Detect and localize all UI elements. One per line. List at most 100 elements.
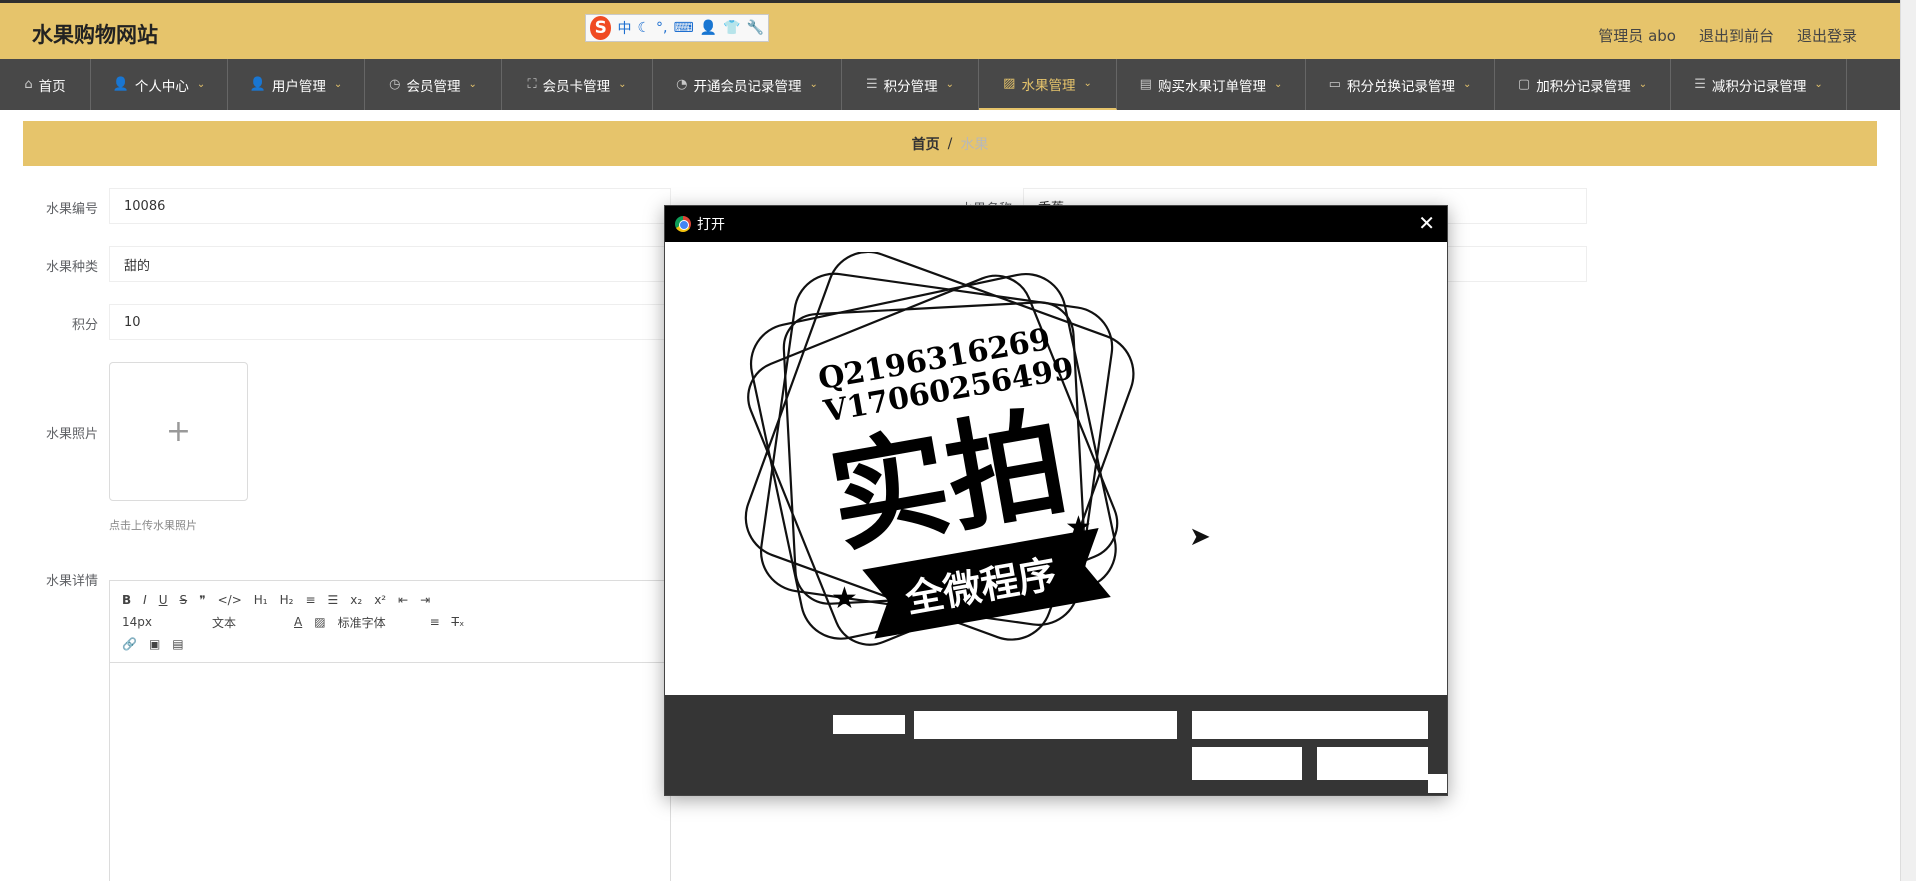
editor-toolbar: B I U S ❞ </> H₁ H₂ ≡ ☰ x₂ x² ⇤ ⇥ 14px 文… [110,581,670,663]
subscript-icon[interactable]: x₂ [350,593,362,607]
breadcrumb-current: 水果 [960,136,989,153]
ime-skin-icon[interactable]: 👕 [723,20,740,36]
open-dialog: 打开 ✕ Q2196316269 V17060256499 实拍 全微程序 ★ … [664,205,1448,796]
ime-moon-icon[interactable]: ☾ [637,20,650,36]
open-button[interactable] [1192,747,1302,780]
header-actions: 管理员 abo 退出到前台 退出登录 [1598,25,1857,46]
font-size-select[interactable]: 14px [122,615,200,629]
video-icon[interactable]: ▤ [172,637,183,651]
dialog-title-bar[interactable]: 打开 ✕ [665,206,1447,242]
points-input[interactable]: 10 [109,304,671,340]
font-family-select[interactable]: 标准字体 [338,614,418,631]
list-icon: ☰ [1694,77,1706,92]
nav-label: 水果管理 [1021,77,1076,94]
nav-item-points[interactable]: ☰ 积分管理 ⌄ [842,59,979,110]
nav-item-exchange-records[interactable]: ▭ 积分兑换记录管理 ⌄ [1306,59,1495,110]
nav-item-users[interactable]: 👤 用户管理 ⌄ [228,59,365,110]
outdent-icon[interactable]: ⇤ [398,593,408,607]
ime-tool-icon[interactable]: 🔧 [747,20,764,36]
breadcrumb-separator: / [947,135,953,152]
person-icon: 👤 [112,77,129,92]
bag-icon: ▤ [1139,77,1152,92]
cancel-button[interactable] [1317,747,1428,780]
chart-icon: ▨ [1003,76,1016,91]
nav-item-fruits[interactable]: ▨ 水果管理 ⌄ [979,59,1117,110]
footer-label-box [833,715,905,734]
exit-to-front-link[interactable]: 退出到前台 [1699,25,1774,46]
frame-icon: ⛶ [527,77,537,92]
italic-icon[interactable]: I [143,593,147,607]
chevron-down-icon: ⌄ [1638,79,1648,90]
nav-item-add-points[interactable]: ▢ 加积分记录管理 ⌄ [1495,59,1671,110]
dialog-body: Q2196316269 V17060256499 实拍 全微程序 ★ ★ ➤ [665,242,1447,695]
indent-icon[interactable]: ⇥ [420,593,430,607]
background-color-icon[interactable]: ▨ [314,615,325,629]
bullet-list-icon[interactable]: ☰ [328,593,339,607]
ime-toolbar[interactable]: S 中 ☾ °, ⌨ 👤 👕 🔧 [585,14,769,42]
detail-label: 水果详情 [45,574,98,589]
link-icon[interactable]: 🔗 [122,637,137,651]
page-scrollbar[interactable] [1900,0,1916,881]
rich-text-editor: B I U S ❞ </> H₁ H₂ ≡ ☰ x₂ x² ⇤ ⇥ 14px 文… [109,580,671,881]
nav-label: 开通会员记录管理 [693,78,802,95]
nav-item-members[interactable]: ◷ 会员管理 ⌄ [365,59,502,110]
nav-item-orders[interactable]: ▤ 购买水果订单管理 ⌄ [1117,59,1306,110]
nav-label: 用户管理 [271,78,326,95]
image-icon: ▭ [1328,77,1341,92]
strike-icon[interactable]: S [180,593,188,607]
type-label: 水果种类 [45,260,98,275]
align-icon[interactable]: ≡ [430,615,440,629]
sogou-logo-icon[interactable]: S [590,16,612,40]
ime-keyboard-icon[interactable]: ⌨ [673,20,693,36]
nav-label: 会员卡管理 [542,78,611,95]
top-header: 水果购物网站 S 中 ☾ °, ⌨ 👤 👕 🔧 管理员 abo 退出到前台 退出… [0,0,1900,59]
list-icon: ☰ [865,77,878,92]
dialog-footer [665,695,1447,795]
nav-label: 首页 [38,78,66,95]
code-input[interactable]: 10086 [109,188,671,224]
h2-icon[interactable]: H₂ [280,593,294,607]
underline-icon[interactable]: U [159,593,168,607]
ime-chinese-mode[interactable]: 中 [617,18,631,38]
code-label: 水果编号 [45,202,98,217]
nav-label: 积分兑换记录管理 [1346,78,1455,95]
font-color-icon[interactable]: A [294,615,302,629]
filetype-select[interactable] [1192,711,1428,739]
photo-upload-tip: 点击上传水果照片 [109,519,197,532]
clear-format-icon[interactable]: T̶ₓ [452,615,465,629]
close-icon[interactable]: ✕ [1418,211,1435,235]
ime-user-icon[interactable]: 👤 [700,20,717,36]
nav-item-home[interactable]: ⌂ 首页 [0,59,91,110]
breadcrumb-home[interactable]: 首页 [912,134,940,154]
home-icon: ⌂ [24,77,33,92]
nav-label: 会员管理 [406,78,461,95]
quote-icon[interactable]: ❞ [199,593,205,607]
type-input[interactable]: 甜的 [109,246,671,282]
block-format-select[interactable]: 文本 [212,614,282,631]
resize-grip[interactable] [1428,774,1447,793]
site-title: 水果购物网站 [32,23,158,47]
filename-input[interactable] [914,711,1177,739]
bold-icon[interactable]: B [122,593,131,607]
image-icon[interactable]: ▣ [149,637,160,651]
logout-link[interactable]: 退出登录 [1797,25,1857,46]
nav-item-member-cards[interactable]: ⛶ 会员卡管理 ⌄ [502,59,653,110]
nav-item-membership-records[interactable]: ◔ 开通会员记录管理 ⌄ [653,59,842,110]
chevron-down-icon: ⌄ [468,79,477,90]
nav-label: 加积分记录管理 [1536,78,1631,95]
ordered-list-icon[interactable]: ≡ [305,593,315,607]
photo-label: 水果照片 [45,427,98,442]
h1-icon[interactable]: H₁ [254,593,268,607]
stamp-watermark: Q2196316269 V17060256499 实拍 全微程序 ★ ★ [744,252,1135,646]
star-icon: ★ [1065,510,1092,545]
superscript-icon[interactable]: x² [374,593,386,607]
photo-upload[interactable]: + [109,362,248,501]
mouse-cursor-icon: ➤ [1189,522,1211,552]
nav-item-reduce-points[interactable]: ☰ 减积分记录管理 ⌄ [1671,59,1847,110]
ime-punct-icon[interactable]: °, [656,20,667,36]
code-icon[interactable]: </> [218,593,242,607]
chevron-down-icon: ⌄ [945,79,955,90]
chevron-down-icon: ⌄ [333,79,343,90]
nav-item-personal[interactable]: 👤 个人中心 ⌄ [91,59,228,110]
nav-label: 积分管理 [883,78,938,95]
